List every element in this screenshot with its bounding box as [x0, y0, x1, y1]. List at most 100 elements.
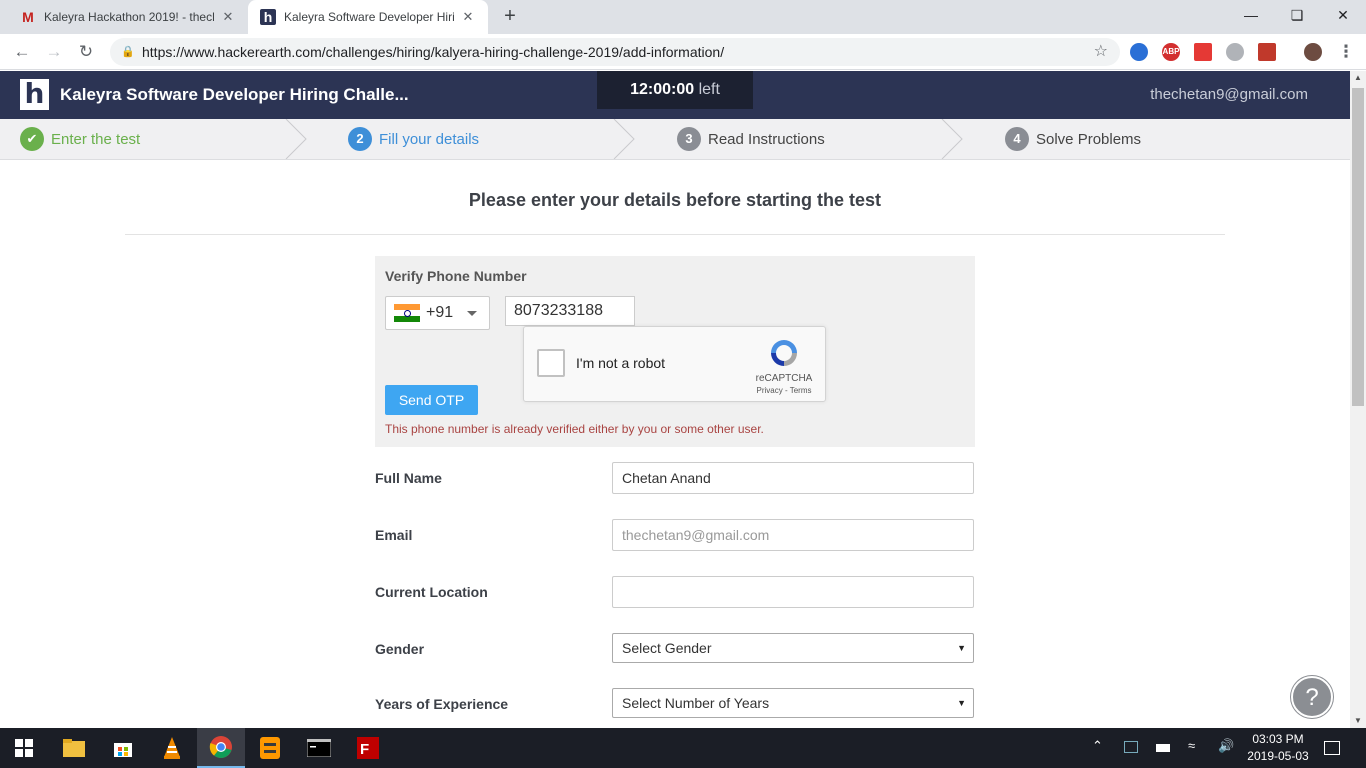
notifications-icon[interactable] — [1324, 741, 1340, 755]
country-code: +91 — [426, 304, 454, 321]
address-bar[interactable]: 🔒 https://www.hackerearth.com/challenges… — [110, 38, 1120, 66]
step-label: Read Instructions — [708, 130, 825, 148]
experience-row: Years of Experience Select Number of Yea… — [375, 688, 975, 720]
windows-taskbar: F ⌃ ≈ 🔊 03:03 PM 2019-05-03 — [0, 728, 1366, 768]
recaptcha-privacy-terms[interactable]: Privacy - Terms — [752, 386, 816, 395]
step-solve-problems: 4 Solve Problems — [1005, 119, 1141, 159]
battery-icon[interactable] — [1156, 744, 1170, 752]
email-label: Email — [375, 527, 413, 543]
step-number: 3 — [677, 127, 701, 151]
india-flag-icon — [394, 304, 420, 322]
gender-select[interactable]: Select Gender ▼ — [612, 633, 974, 663]
close-tab-icon[interactable]: ✕ — [460, 9, 476, 25]
gender-label: Gender — [375, 641, 425, 657]
step-separator — [285, 119, 307, 159]
help-button[interactable]: ? — [1291, 676, 1333, 718]
chevron-down-icon: ▼ — [957, 643, 966, 653]
timer-value: 12:00:00 — [630, 81, 695, 98]
step-number: 2 — [348, 127, 372, 151]
forward-arrow-icon[interactable]: → — [42, 40, 66, 64]
phone-verification-panel: Verify Phone Number +91 8073233188 I'm n… — [375, 256, 975, 447]
phone-number-input[interactable]: 8073233188 — [505, 296, 635, 326]
experience-label: Years of Experience — [375, 696, 509, 712]
experience-select[interactable]: Select Number of Years ▼ — [612, 688, 974, 718]
step-fill-details: 2 Fill your details — [348, 119, 479, 159]
close-tab-icon[interactable]: ✕ — [220, 9, 236, 25]
windows-start-icon[interactable] — [0, 728, 48, 768]
divider — [125, 234, 1225, 235]
bookmark-star-icon[interactable]: ☆ — [1094, 38, 1108, 66]
email-row: Email thechetan9@gmail.com — [375, 519, 975, 551]
gmail-icon: M — [22, 9, 34, 25]
filezilla-icon[interactable]: F — [344, 728, 392, 768]
location-label: Current Location — [375, 584, 488, 600]
recaptcha-checkbox[interactable] — [537, 349, 565, 377]
profile-avatar[interactable] — [1304, 43, 1322, 61]
scroll-up-icon[interactable]: ▲ — [1350, 71, 1366, 85]
new-tab-button[interactable]: + — [498, 4, 522, 28]
adblock-icon[interactable]: ABP — [1162, 43, 1180, 61]
extension-gray-globe-icon[interactable] — [1226, 43, 1244, 61]
vlc-icon[interactable] — [148, 728, 196, 768]
full-name-row: Full Name Chetan Anand — [375, 462, 975, 494]
recaptcha-brand: reCAPTCHA — [755, 373, 813, 384]
browser-tab-strip: M Kaleyra Hackathon 2019! - thech ✕ h Ka… — [0, 0, 1366, 34]
countdown-timer: 12:00:00 left — [597, 71, 753, 109]
step-label: Solve Problems — [1036, 130, 1142, 148]
back-arrow-icon[interactable]: ← — [10, 40, 34, 64]
svg-text:F: F — [360, 741, 369, 758]
gender-row: Gender Select Gender ▼ — [375, 633, 975, 665]
user-email-menu[interactable]: thechetan9@gmail.com — [1150, 86, 1308, 103]
reload-icon[interactable]: ↻ — [74, 40, 98, 64]
scroll-thumb[interactable] — [1352, 88, 1364, 406]
extension-red-icon[interactable] — [1194, 43, 1212, 61]
full-name-input[interactable]: Chetan Anand — [612, 462, 974, 494]
minimize-button[interactable]: — — [1228, 0, 1274, 30]
page-scrollbar[interactable]: ▲ ▼ — [1350, 71, 1366, 728]
full-name-label: Full Name — [375, 470, 442, 486]
sublime-text-icon[interactable] — [246, 728, 294, 768]
store-icon[interactable] — [99, 728, 147, 768]
chevron-up-icon[interactable]: ⌃ — [1092, 738, 1103, 754]
restore-button[interactable]: ❏ — [1274, 0, 1320, 30]
extension-globe-icon[interactable] — [1130, 43, 1148, 61]
browser-toolbar: ← → ↻ 🔒 https://www.hackerearth.com/chal… — [0, 34, 1366, 70]
tab-title: Kaleyra Software Developer Hirin — [284, 10, 454, 24]
recaptcha-widget: I'm not a robot reCAPTCHA Privacy - Term… — [523, 326, 826, 402]
country-code-select[interactable]: +91 — [385, 296, 490, 330]
step-label: Enter the test — [51, 130, 141, 148]
clock-time: 03:03 PM — [1252, 732, 1304, 746]
browser-tab-hackerearth[interactable]: h Kaleyra Software Developer Hirin ✕ — [248, 0, 488, 34]
step-read-instructions: 3 Read Instructions — [677, 119, 825, 159]
location-input[interactable] — [612, 576, 974, 608]
email-field[interactable]: thechetan9@gmail.com — [612, 519, 974, 551]
chevron-down-icon: ▼ — [957, 698, 966, 708]
browser-menu-icon[interactable]: ⋮ — [1334, 40, 1358, 64]
step-enter-test: ✔ Enter the test — [20, 119, 140, 159]
file-explorer-icon[interactable] — [50, 728, 98, 768]
send-otp-button[interactable]: Send OTP — [385, 385, 478, 415]
wifi-icon[interactable]: ≈ — [1188, 738, 1195, 753]
close-window-button[interactable]: ✕ — [1320, 0, 1366, 30]
experience-selected-value: Select Number of Years — [622, 695, 770, 711]
terminal-icon[interactable] — [295, 728, 343, 768]
pdf-extension-icon[interactable] — [1258, 43, 1276, 61]
system-clock[interactable]: 03:03 PM 2019-05-03 — [1240, 731, 1316, 765]
hackerearth-logo[interactable]: h — [20, 79, 49, 110]
recaptcha-icon — [771, 340, 797, 366]
chrome-icon[interactable] — [197, 728, 245, 768]
site-header: h Kaleyra Software Developer Hiring Chal… — [0, 71, 1350, 119]
browser-tab-gmail[interactable]: M Kaleyra Hackathon 2019! - thech ✕ — [8, 0, 248, 34]
phone-error-message: This phone number is already verified ei… — [385, 422, 764, 436]
scroll-down-icon[interactable]: ▼ — [1350, 714, 1366, 728]
gender-selected-value: Select Gender — [622, 640, 712, 656]
progress-steps: ✔ Enter the test 2 Fill your details 3 R… — [0, 119, 1350, 160]
step-number: 4 — [1005, 127, 1029, 151]
display-icon[interactable] — [1124, 741, 1138, 753]
step-separator — [941, 119, 963, 159]
challenge-title: Kaleyra Software Developer Hiring Challe… — [60, 85, 409, 104]
page-title: Please enter your details before startin… — [468, 190, 882, 210]
speaker-icon[interactable]: 🔊 — [1218, 738, 1234, 754]
location-row: Current Location — [375, 576, 975, 608]
step-separator — [613, 119, 635, 159]
